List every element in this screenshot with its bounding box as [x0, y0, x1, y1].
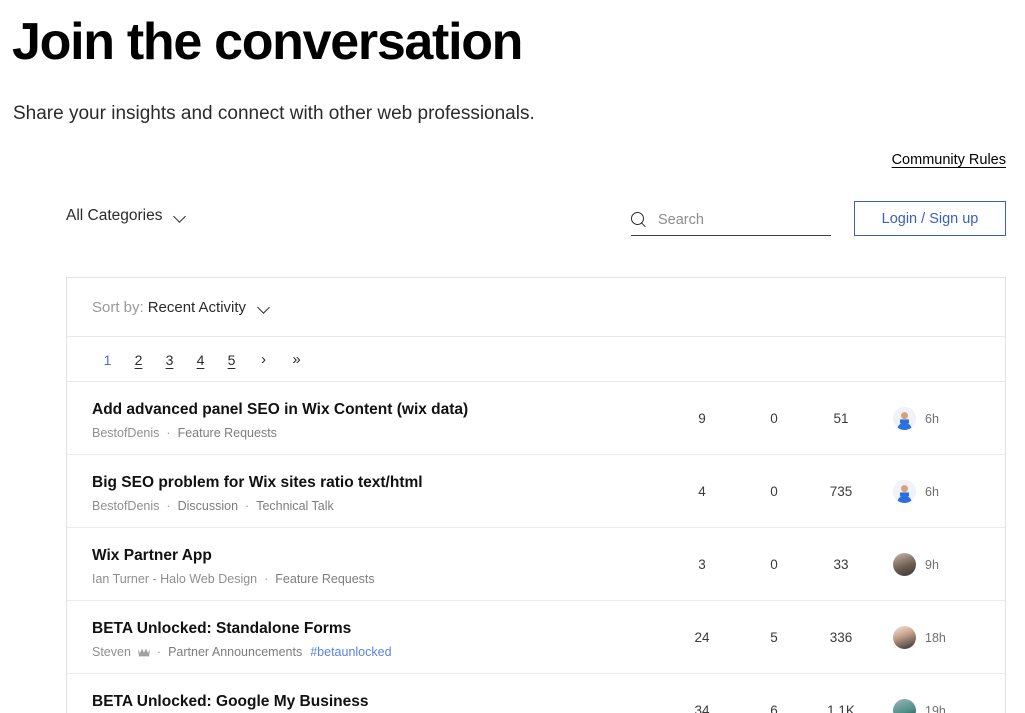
post-like-count: 0: [770, 411, 778, 426]
table-row[interactable]: Wix Partner App Ian Turner - Halo Web De…: [67, 528, 1005, 601]
meta-separator: ·: [156, 645, 162, 659]
chevron-down-icon[interactable]: [258, 303, 271, 311]
search-icon: [631, 211, 647, 228]
post-meta: BestofDenis · Discussion · Technical Tal…: [92, 499, 334, 513]
pagination-page-5[interactable]: 5: [216, 352, 247, 368]
avatar[interactable]: [893, 407, 916, 430]
post-author[interactable]: BestofDenis: [92, 426, 159, 440]
column-headers: Recent Activity: [983, 337, 1005, 382]
table-row[interactable]: BETA Unlocked: Standalone Forms Steven ·…: [67, 601, 1005, 674]
post-activity: 18h: [893, 601, 946, 674]
post-category[interactable]: Feature Requests: [178, 426, 277, 440]
post-author[interactable]: Ian Turner - Halo Web Design: [92, 572, 257, 586]
search-input[interactable]: [658, 211, 818, 228]
meta-separator: ·: [166, 499, 171, 513]
community-rules-link[interactable]: Community Rules: [892, 152, 1006, 168]
post-title[interactable]: Add advanced panel SEO in Wix Content (w…: [92, 401, 468, 419]
post-title[interactable]: Wix Partner App: [92, 547, 212, 565]
pagination-page-3[interactable]: 3: [154, 352, 185, 368]
post-author[interactable]: BestofDenis: [92, 499, 159, 513]
post-tag[interactable]: #betaunlocked: [310, 645, 391, 659]
post-view-count: 735: [829, 484, 853, 499]
post-activity: 9h: [893, 528, 939, 601]
post-category[interactable]: Feature Requests: [275, 572, 374, 586]
discussions-card: Sort by: Recent Activity 1 2 3 4 5 › » A…: [66, 277, 1006, 713]
post-category[interactable]: Partner Announcements: [168, 645, 302, 659]
post-time: 6h: [925, 411, 939, 426]
category-filter-dropdown[interactable]: All Categories: [66, 207, 187, 225]
table-header-row: 1 2 3 4 5 › » Recent Activity: [67, 337, 1005, 382]
post-view-count: 51: [833, 411, 849, 426]
post-time: 18h: [925, 630, 946, 645]
pagination-last-icon[interactable]: »: [280, 351, 313, 368]
post-category[interactable]: Discussion: [178, 499, 238, 513]
post-like-count: 0: [770, 484, 778, 499]
pagination-next-icon[interactable]: ›: [247, 351, 280, 368]
avatar[interactable]: [893, 553, 916, 576]
pagination: 1 2 3 4 5 › »: [92, 337, 313, 382]
post-view-count: 33: [833, 557, 849, 572]
sort-by-value[interactable]: Recent Activity: [148, 299, 246, 316]
sort-bar: Sort by: Recent Activity: [67, 278, 1005, 337]
post-meta: Ian Turner - Halo Web Design · Feature R…: [92, 572, 375, 586]
table-row[interactable]: Add advanced panel SEO in Wix Content (w…: [67, 382, 1005, 455]
chevron-down-icon: [174, 212, 187, 220]
page-title: Join the conversation: [12, 13, 523, 71]
post-comment-count: 34: [694, 703, 710, 713]
post-comment-count: 3: [698, 557, 706, 572]
category-filter-label: All Categories: [66, 207, 163, 224]
avatar[interactable]: [893, 626, 916, 649]
avatar[interactable]: [893, 699, 916, 713]
post-time: 9h: [925, 557, 939, 572]
meta-separator: ·: [166, 426, 171, 440]
post-comment-count: 24: [694, 630, 710, 645]
post-comment-count: 9: [698, 411, 706, 426]
meta-separator: ·: [245, 499, 250, 513]
post-meta: BestofDenis · Feature Requests: [92, 426, 277, 440]
sort-by-label: Sort by:: [92, 298, 144, 316]
pagination-page-2[interactable]: 2: [123, 352, 154, 368]
avatar[interactable]: [893, 480, 916, 503]
table-row[interactable]: BETA Unlocked: Google My Business 34 6 1…: [67, 674, 1005, 713]
login-signup-button[interactable]: Login / Sign up: [854, 201, 1006, 236]
post-view-count: 1.1K: [827, 703, 855, 713]
post-comment-count: 4: [698, 484, 706, 499]
meta-separator: ·: [264, 572, 269, 586]
community-forum-page: Join the conversation Share your insight…: [0, 0, 1025, 713]
table-row[interactable]: Big SEO problem for Wix sites ratio text…: [67, 455, 1005, 528]
post-like-count: 5: [770, 630, 778, 645]
post-like-count: 0: [770, 557, 778, 572]
page-subtitle: Share your insights and connect with oth…: [13, 103, 535, 124]
post-view-count: 336: [829, 630, 853, 645]
post-title[interactable]: BETA Unlocked: Standalone Forms: [92, 620, 351, 638]
post-author[interactable]: Steven: [92, 645, 131, 659]
post-activity: 6h: [893, 382, 939, 455]
post-meta: Steven · Partner Announcements #betaunlo…: [92, 645, 392, 659]
pagination-page-4[interactable]: 4: [185, 352, 216, 368]
post-subcategory[interactable]: Technical Talk: [256, 499, 334, 513]
post-title[interactable]: BETA Unlocked: Google My Business: [92, 693, 368, 711]
post-title[interactable]: Big SEO problem for Wix sites ratio text…: [92, 474, 423, 492]
post-time: 19h: [925, 703, 946, 713]
crown-icon: [137, 648, 150, 657]
search-box[interactable]: [631, 204, 831, 236]
post-time: 6h: [925, 484, 939, 499]
pagination-page-1[interactable]: 1: [92, 352, 123, 368]
post-activity: 6h: [893, 455, 939, 528]
post-like-count: 6: [770, 703, 778, 713]
post-activity: 19h: [893, 674, 946, 713]
